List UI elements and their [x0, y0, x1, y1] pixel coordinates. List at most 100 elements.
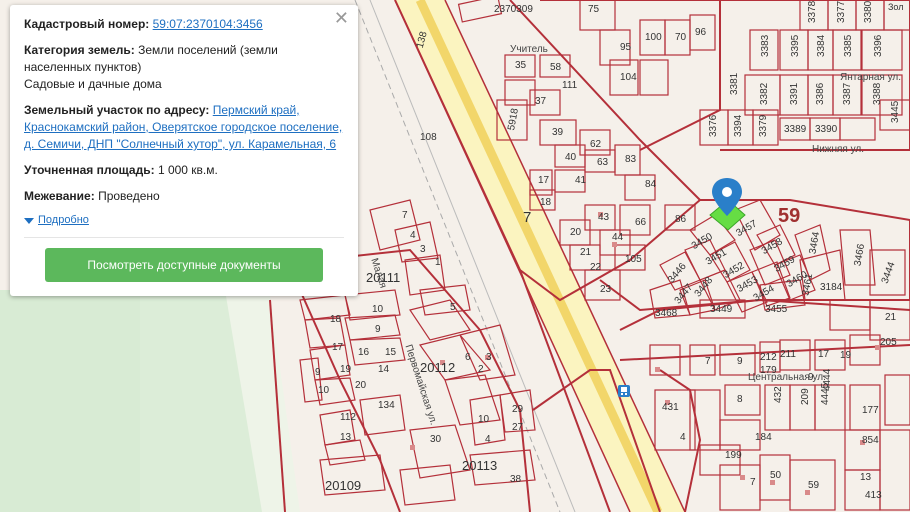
svg-text:27: 27: [512, 422, 524, 433]
svg-text:3390: 3390: [815, 124, 838, 135]
svg-text:20: 20: [355, 380, 367, 391]
svg-text:20109: 20109: [325, 478, 361, 493]
svg-text:10: 10: [318, 385, 330, 396]
svg-text:16: 16: [358, 347, 370, 358]
svg-text:104: 104: [620, 72, 637, 83]
svg-text:3385: 3385: [843, 34, 854, 57]
svg-text:19: 19: [840, 350, 852, 361]
details-label[interactable]: Подробно: [38, 212, 89, 229]
address-link-2[interactable]: Краснокамский район, Оверятское городско…: [24, 120, 342, 134]
svg-text:17: 17: [538, 175, 550, 186]
svg-text:3381: 3381: [729, 72, 740, 95]
svg-text:96: 96: [695, 27, 707, 38]
category-value-line2: населенных пунктов): [24, 60, 142, 74]
svg-text:84: 84: [645, 179, 657, 190]
svg-text:3394: 3394: [733, 114, 744, 137]
svg-text:3388: 3388: [872, 82, 883, 105]
svg-text:7: 7: [402, 210, 408, 221]
svg-text:9: 9: [737, 356, 743, 367]
survey-row: Межевание: Проведено: [24, 188, 344, 205]
svg-text:1: 1: [435, 257, 441, 268]
svg-text:95: 95: [620, 42, 632, 53]
bus-stop-icon[interactable]: [618, 385, 630, 397]
cadastral-number-row: Кадастровый номер: 59:07:2370104:3456: [24, 16, 344, 33]
cadastral-number-link[interactable]: 59:07:2370104:3456: [153, 17, 263, 31]
svg-text:4: 4: [485, 434, 491, 445]
category-value-line1: Земли поселений (земли: [138, 43, 278, 57]
svg-text:3386: 3386: [815, 82, 826, 105]
svg-text:50: 50: [770, 470, 782, 481]
svg-text:19: 19: [340, 364, 352, 375]
svg-text:40: 40: [565, 152, 577, 163]
svg-text:3396: 3396: [873, 34, 884, 57]
svg-text:413: 413: [865, 490, 882, 501]
svg-text:3389: 3389: [784, 124, 807, 135]
survey-value: Проведено: [98, 189, 160, 203]
svg-text:Учитель: Учитель: [510, 44, 548, 55]
parcel-info-popup: ✕ Кадастровый номер: 59:07:2370104:3456 …: [10, 5, 358, 296]
svg-text:3377: 3377: [836, 0, 847, 23]
svg-text:Янтарная ул.: Янтарная ул.: [840, 72, 901, 83]
svg-text:3: 3: [486, 352, 492, 363]
details-toggle[interactable]: Подробно: [24, 212, 344, 229]
svg-text:9: 9: [315, 367, 321, 378]
svg-text:41: 41: [575, 175, 587, 186]
svg-text:21: 21: [580, 247, 592, 258]
svg-text:21: 21: [885, 312, 897, 323]
svg-text:44: 44: [612, 232, 624, 243]
svg-text:59: 59: [778, 205, 800, 227]
svg-text:3395: 3395: [790, 34, 801, 57]
svg-text:3455: 3455: [765, 304, 788, 315]
svg-text:Зол: Зол: [888, 2, 904, 12]
svg-text:100: 100: [645, 32, 662, 43]
svg-text:29: 29: [512, 404, 524, 415]
svg-text:111: 111: [562, 80, 578, 91]
svg-text:59: 59: [808, 480, 820, 491]
svg-text:17: 17: [332, 342, 344, 353]
cadastral-label: Кадастровый номер:: [24, 17, 150, 31]
svg-text:6: 6: [465, 352, 471, 363]
svg-text:431: 431: [662, 402, 679, 413]
svg-text:20112: 20112: [420, 360, 455, 375]
view-documents-button[interactable]: Посмотреть доступные документы: [45, 248, 323, 282]
area-value: 1 000 кв.м.: [157, 163, 218, 177]
svg-text:112: 112: [340, 412, 356, 423]
svg-text:212: 212: [760, 352, 777, 363]
survey-label: Межевание:: [24, 189, 95, 203]
svg-text:75: 75: [588, 4, 600, 15]
svg-text:3391: 3391: [789, 82, 800, 105]
svg-text:83: 83: [625, 154, 637, 165]
svg-text:177: 177: [862, 405, 879, 416]
svg-text:3383: 3383: [760, 34, 771, 57]
svg-text:Нижняя ул.: Нижняя ул.: [812, 144, 864, 155]
svg-text:9: 9: [375, 324, 381, 335]
svg-text:5: 5: [450, 302, 456, 313]
svg-text:105: 105: [625, 254, 642, 265]
svg-text:63: 63: [597, 157, 609, 168]
svg-text:432: 432: [773, 386, 784, 403]
svg-text:205: 205: [880, 337, 897, 348]
svg-text:108: 108: [420, 132, 437, 143]
svg-text:184: 184: [755, 432, 772, 443]
svg-text:3468: 3468: [655, 308, 678, 319]
svg-text:7: 7: [705, 356, 711, 367]
area-label: Уточненная площадь:: [24, 163, 155, 177]
close-icon[interactable]: ✕: [334, 9, 349, 27]
area-row: Уточненная площадь: 1 000 кв.м.: [24, 162, 344, 179]
address-label: Земельный участок по адресу:: [24, 103, 210, 117]
svg-text:199: 199: [725, 450, 742, 461]
svg-text:3378: 3378: [807, 0, 818, 23]
svg-text:62: 62: [590, 139, 602, 150]
address-link-3[interactable]: д. Семичи, ДНП "Солнечный хутор", ул. Ка…: [24, 137, 336, 151]
svg-text:4: 4: [410, 230, 416, 241]
address-link-1[interactable]: Пермский край,: [213, 103, 300, 117]
svg-text:18: 18: [330, 314, 342, 325]
svg-text:Центральная ул.: Центральная ул.: [748, 372, 826, 383]
svg-text:2370309: 2370309: [494, 4, 533, 15]
svg-text:209: 209: [800, 388, 811, 405]
address-row: Земельный участок по адресу: Пермский кр…: [24, 102, 344, 153]
svg-text:18: 18: [540, 197, 552, 208]
svg-text:3379: 3379: [758, 114, 769, 137]
svg-text:13: 13: [860, 472, 872, 483]
svg-text:13: 13: [340, 432, 352, 443]
